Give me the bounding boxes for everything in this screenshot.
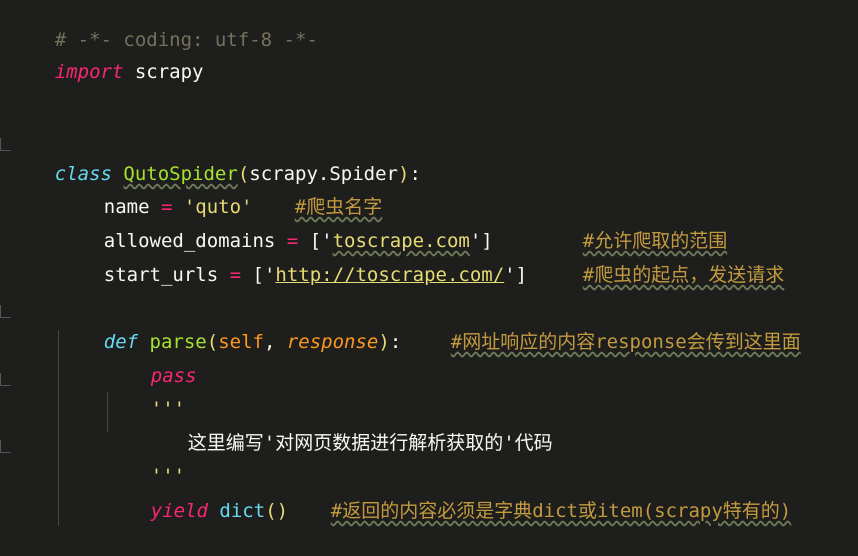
code-line-comment: #返回的内容必须是字典dict或item(scrapy特有的) xyxy=(285,466,791,522)
module-name: scrapy xyxy=(123,61,204,83)
code-line[interactable]: class QutoSpider(scrapy.Spider): xyxy=(9,129,421,185)
colon: : xyxy=(389,331,402,353)
code-line-comment: #网址响应的内容response会传到这里面 xyxy=(405,297,801,353)
docstring-text: 这里编写'对网页数据进行解析获取的'代码 xyxy=(187,432,553,454)
self-param: self xyxy=(218,331,264,353)
comma: , xyxy=(263,331,287,353)
code-line[interactable]: def parse(self, response): xyxy=(58,297,402,353)
import-keyword: import xyxy=(54,61,124,83)
code-line[interactable]: pass xyxy=(105,331,197,387)
paren: ) xyxy=(397,163,410,185)
code-line-comment: #爬虫名字 xyxy=(249,162,382,218)
code-line-comment: #允许爬取的范围 xyxy=(537,196,727,252)
code-line[interactable]: # -*- coding: utf-8 -*- xyxy=(9,0,318,51)
variable-name: start_urls xyxy=(103,264,230,286)
code-line[interactable]: yield dict() xyxy=(105,466,288,522)
bracket: [' xyxy=(241,264,276,286)
fold-marker-icon[interactable] xyxy=(0,373,11,386)
code-line[interactable]: import scrapy xyxy=(9,27,204,83)
bracket: '] xyxy=(504,264,528,286)
inline-comment: #返回的内容必须是字典dict或item(scrapy特有的) xyxy=(330,500,792,522)
yield-keyword: yield xyxy=(150,500,208,522)
code-editor[interactable]: # -*- coding: utf-8 -*- import scrapy cl… xyxy=(0,0,858,526)
colon: : xyxy=(409,163,421,185)
code-line[interactable]: start_urls = ['http://toscrape.com/'] xyxy=(58,230,527,286)
code-line[interactable]: allowed_domains = ['toscrape.com'] xyxy=(58,196,493,252)
fold-marker-icon[interactable] xyxy=(0,305,11,318)
code-line-comment: #爬虫的起点，发送请求 xyxy=(537,230,784,286)
inline-comment: #爬虫的起点，发送请求 xyxy=(582,264,785,286)
code-line[interactable]: name = 'quto' xyxy=(58,162,253,218)
code-line[interactable]: ''' xyxy=(105,364,185,420)
builtin-function: dict xyxy=(219,500,266,522)
inline-comment: #网址响应的内容response会传到这里面 xyxy=(450,331,801,353)
paren: ) xyxy=(378,331,390,353)
response-param: response xyxy=(286,331,379,353)
operator: = xyxy=(229,264,242,286)
fold-marker-icon[interactable] xyxy=(0,440,11,453)
code-line[interactable]: ''' xyxy=(105,431,185,487)
paren: ( xyxy=(206,331,219,353)
url-string[interactable]: http://toscrape.com/ xyxy=(275,264,504,286)
code-line[interactable]: 这里编写'对网页数据进行解析获取的'代码 xyxy=(142,398,553,454)
